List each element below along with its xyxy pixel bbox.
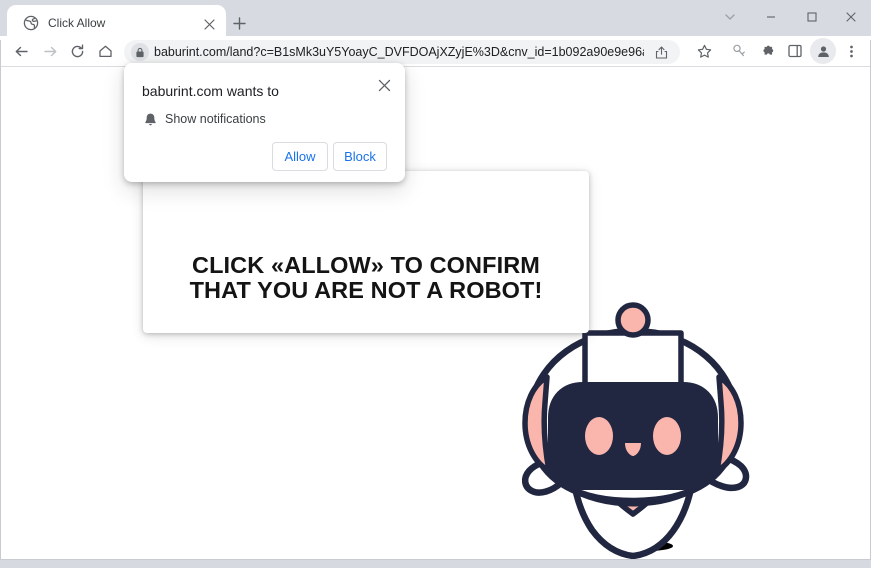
close-window-button[interactable] [832,2,870,32]
lock-icon[interactable] [131,43,149,61]
puzzle-icon[interactable] [755,39,779,63]
tracking-protection-icon[interactable] [727,39,751,63]
star-icon[interactable] [692,39,716,63]
allow-button[interactable]: Allow [272,142,328,171]
bell-icon [141,110,159,128]
avatar-icon[interactable] [810,38,836,64]
window-outer-bottom [0,560,871,568]
back-arrow-icon[interactable] [7,38,35,64]
dialog-title: baburint.com wants to [142,83,279,99]
globe-icon [23,15,39,31]
notification-permission-dialog: baburint.com wants to Show notifications… [124,63,405,182]
address-bar[interactable]: baburint.com/land?c=B1sMk3uY5YoayC_DVFDO… [124,40,680,64]
tab-strip: Click Allow [0,0,871,40]
minimize-button[interactable] [752,2,790,32]
browser-tab[interactable]: Click Allow [7,5,226,40]
share-icon[interactable] [652,44,670,60]
home-icon[interactable] [91,38,119,64]
forward-arrow-icon[interactable] [36,38,64,64]
browser-window: Click Allow baburint.com/land?c=B1sMk3uY… [0,0,871,568]
side-panel-icon[interactable] [783,39,807,63]
address-bar-url: baburint.com/land?c=B1sMk3uY5YoayC_DVFDO… [154,45,644,59]
robot-mascot [521,302,750,560]
three-dot-menu-icon[interactable] [839,39,863,63]
maximize-button[interactable] [793,2,831,32]
new-tab-button[interactable] [226,11,252,35]
block-button[interactable]: Block [333,142,387,171]
tab-search-chevron-icon[interactable] [711,2,749,32]
speech-bubble: CLICK «ALLOW» TO CONFIRM THAT YOU ARE NO… [143,171,589,333]
permission-option-label: Show notifications [165,112,266,126]
close-icon[interactable] [373,74,395,96]
window-border-left [0,40,1,568]
tab-title: Click Allow [48,16,106,30]
speech-bubble-text: CLICK «ALLOW» TO CONFIRM THAT YOU ARE NO… [189,252,543,303]
close-icon[interactable] [200,15,218,33]
reload-icon[interactable] [63,38,91,64]
